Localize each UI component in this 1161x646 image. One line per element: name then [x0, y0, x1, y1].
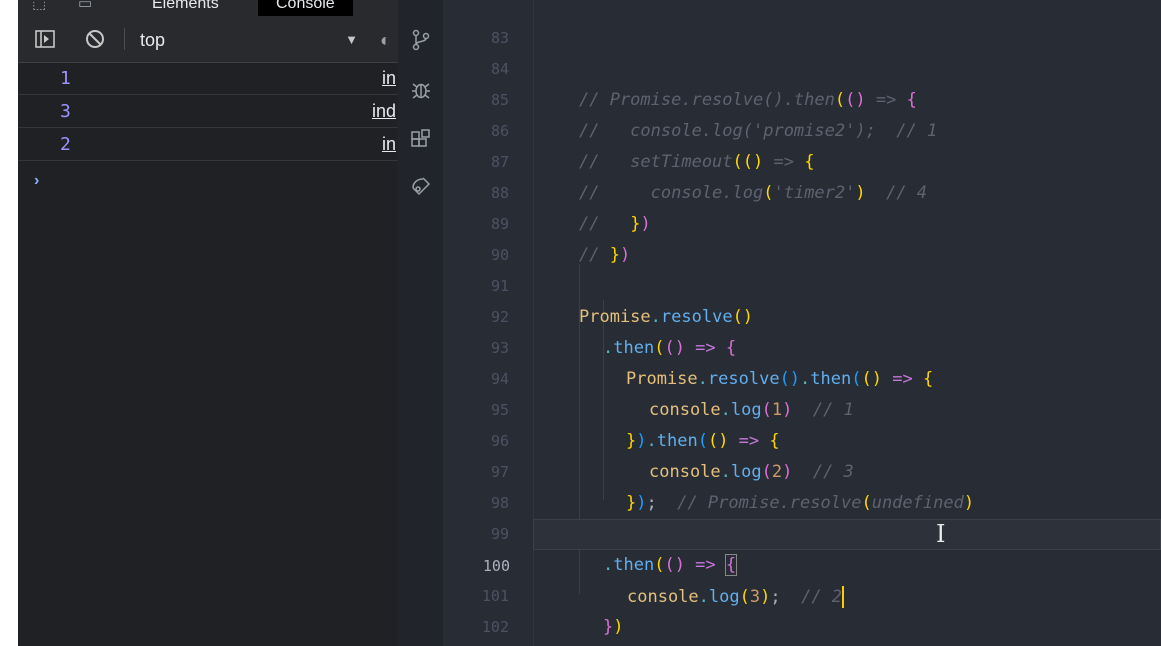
code-line: 103 [443, 612, 1161, 643]
caret-down-icon: ▼ [345, 32, 358, 47]
console-message: 1 in [18, 64, 398, 95]
code-line: 97 }); // Promise.resolve(undefined) [443, 426, 1161, 513]
console-message-value: 1 [60, 68, 71, 89]
current-code-line: 100 console.log(3); // 2 [483, 519, 1161, 608]
debug-icon[interactable] [409, 78, 433, 102]
code-line: 102 [443, 581, 1161, 636]
clear-console-icon[interactable] [84, 28, 106, 50]
code-line: 90 [443, 209, 1161, 264]
code-line: 83 [443, 0, 1161, 47]
tab-elements[interactable]: Elements [152, 0, 219, 16]
code-line: 92 .then(() => { [443, 271, 1161, 358]
source-control-icon[interactable] [409, 28, 433, 52]
activity-bar [398, 0, 443, 646]
live-expression-eye-icon[interactable]: ◐ [380, 30, 391, 51]
devtools-panel: ⬚ ▭ Elements Console top ▼ ◐ 1 in 3 ind … [18, 0, 399, 646]
code-line: 99 .then(() => { [443, 488, 1161, 576]
console-prompt[interactable]: › [34, 172, 39, 190]
tab-console[interactable]: Console [258, 0, 353, 16]
sidebar-toggle-icon[interactable] [34, 28, 56, 50]
code-line: 96 console.log(2) // 3 [443, 395, 1161, 482]
extensions-icon[interactable] [409, 128, 433, 152]
remote-explorer-icon[interactable] [409, 174, 433, 198]
toolbar-divider [124, 28, 125, 50]
line-number: 99 [490, 525, 509, 543]
code-line: 89 // }) [443, 178, 1161, 265]
console-toolbar: top ▼ ◐ [18, 16, 398, 63]
device-toolbar-icon[interactable]: ▭ [78, 0, 92, 12]
code-line: 93 Promise.resolve().then(() => { [443, 302, 1161, 389]
code-line: 98 }) [443, 457, 1161, 544]
code-line: 86 // setTimeout(() => { [443, 85, 1161, 172]
mouse-ibeam-cursor-icon: I [936, 520, 946, 548]
context-selector-value: top [140, 30, 166, 50]
code-line: 84 // Promise.resolve().then(() => { [443, 23, 1161, 110]
code-line: 88 // }) [443, 147, 1161, 234]
code-line: 95 }).then(() => { [443, 364, 1161, 451]
console-message-value: 3 [60, 101, 71, 122]
console-message-source-link[interactable]: in [382, 134, 396, 155]
code-line: 94 console.log(1) // 1 [443, 333, 1161, 420]
inspect-element-icon[interactable]: ⬚ [32, 0, 46, 12]
code-line: 85 // console.log('promise2'); // 1 [443, 54, 1161, 141]
console-message-value: 2 [60, 134, 71, 155]
console-message: 3 ind [18, 97, 398, 128]
context-selector[interactable]: top ▼ [140, 28, 362, 52]
code-line: 91 Promise.resolve() [443, 240, 1161, 327]
console-message-source-link[interactable]: ind [372, 101, 396, 122]
devtools-tab-bar: ⬚ ▭ Elements Console [18, 0, 398, 16]
code-editor[interactable]: 83 84 // Promise.resolve().then(() => { … [443, 0, 1161, 646]
code-line: 87 // console.log('timer2') // 4 [443, 116, 1161, 203]
console-message-source-link[interactable]: in [382, 68, 396, 89]
code-line: 101 }) [443, 550, 1161, 637]
console-message: 2 in [18, 130, 398, 161]
